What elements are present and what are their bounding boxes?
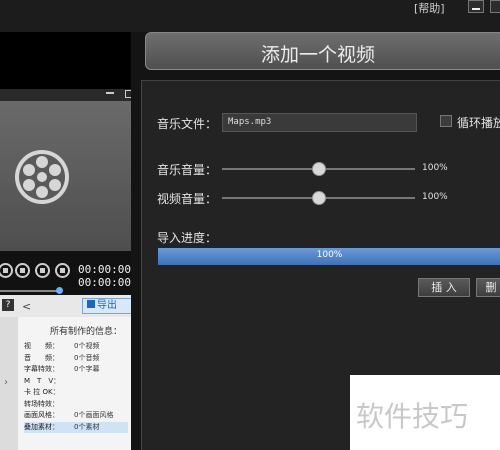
info-row: 画面风格： 0个画面风格: [24, 410, 128, 422]
loop-checkbox[interactable]: [440, 115, 452, 127]
share-icon[interactable]: <: [22, 300, 31, 313]
export-label: 导出: [97, 300, 117, 311]
info-row-label: 视 频：: [24, 342, 59, 350]
previous-icon[interactable]: [35, 263, 50, 278]
info-row-value: 0个视频: [74, 342, 100, 350]
timecode-current: 00:00:00: [78, 263, 131, 276]
seek-bar[interactable]: [0, 290, 60, 292]
info-title: 所有制作的信息：: [50, 327, 123, 337]
music-volume-handle[interactable]: [311, 162, 326, 176]
info-row-value: 0个字幕: [74, 365, 100, 373]
export-button[interactable]: 导出: [82, 298, 131, 314]
help-icon[interactable]: ?: [2, 299, 14, 311]
stop-icon[interactable]: [15, 263, 30, 278]
minimize-button[interactable]: [468, 0, 484, 13]
delete-button[interactable]: 删: [476, 278, 500, 297]
info-row-value: 0个素材: [74, 422, 100, 431]
preview-minimize-icon[interactable]: [106, 92, 114, 94]
music-file-label: 音乐文件：: [157, 117, 218, 131]
info-row: 叠加素材： 0个素材: [24, 421, 128, 433]
info-rows: 视 频： 0个视频音 频： 0个音频字幕特效： 0个字幕 M T V： 卡 拉 OK： 转场…: [24, 341, 128, 433]
info-row-value: 0个画面风格: [74, 411, 114, 419]
insert-button[interactable]: 插 入: [418, 278, 470, 297]
music-volume-label: 音乐音量：: [157, 163, 218, 177]
left-preview-panel: 00:00:00 00:00:00 ? < 导出 › 所有制作的信息： 视 频：…: [0, 32, 131, 450]
info-row-label: 画面风格：: [24, 411, 59, 419]
maximize-button[interactable]: [490, 0, 500, 13]
preview-toolbar: ? < 导出: [0, 295, 131, 317]
top-bar: [帮助]: [0, 0, 500, 32]
info-row: 字幕特效： 0个字幕: [24, 364, 128, 376]
music-volume-value: 100%: [422, 163, 448, 173]
info-row-label: 卡 拉 OK：: [24, 388, 60, 396]
video-volume-value: 100%: [422, 192, 448, 202]
import-progress-value: 100%: [316, 250, 343, 260]
film-reel-icon: [15, 150, 69, 204]
preview-maximize-icon[interactable]: [125, 90, 131, 98]
help-link[interactable]: [帮助]: [414, 0, 445, 16]
loop-label: 循环播放: [457, 116, 500, 130]
add-video-header[interactable]: 添加一个视频: [145, 32, 500, 70]
video-volume-label: 视频音量：: [157, 192, 218, 206]
info-row-label: 叠加素材：: [24, 422, 59, 431]
timecode-total: 00:00:00: [78, 276, 131, 289]
playback-controls: 00:00:00 00:00:00: [0, 251, 131, 295]
seek-handle[interactable]: [56, 287, 63, 294]
export-icon: [87, 300, 95, 308]
music-file-input[interactable]: Maps.mp3: [222, 113, 417, 132]
import-progress-label: 导入进度：: [157, 231, 218, 245]
import-progress-bar: 100%: [158, 248, 500, 265]
info-row-label: 音 频：: [24, 353, 59, 362]
watermark: 软件技巧: [350, 375, 500, 450]
video-preview: [0, 101, 131, 251]
project-info-panel: › 所有制作的信息： 视 频： 0个视频音 频： 0个音频字幕特效： 0个字幕 M T …: [0, 317, 131, 450]
play-icon[interactable]: [0, 263, 13, 278]
info-side-strip: [0, 317, 18, 450]
info-row: 音 频： 0个音频: [24, 353, 128, 365]
page-title: 添加一个视频: [260, 44, 375, 66]
next-icon[interactable]: [55, 263, 70, 278]
info-row-label: 字幕特效：: [24, 365, 59, 373]
expand-arrow-icon[interactable]: ›: [4, 377, 8, 388]
info-row-value: 0个音频: [74, 353, 100, 362]
info-row-label: M T V：: [24, 376, 61, 385]
info-row: 视 频： 0个视频: [24, 341, 128, 353]
preview-title-strip: [0, 89, 131, 101]
info-row-label: 转场特效：: [24, 399, 59, 408]
info-row: 卡 拉 OK：: [24, 387, 128, 399]
video-volume-handle[interactable]: [311, 191, 326, 205]
watermark-text: 软件技巧: [356, 400, 469, 433]
info-row: M T V：: [24, 376, 128, 388]
info-row: 转场特效：: [24, 399, 128, 411]
